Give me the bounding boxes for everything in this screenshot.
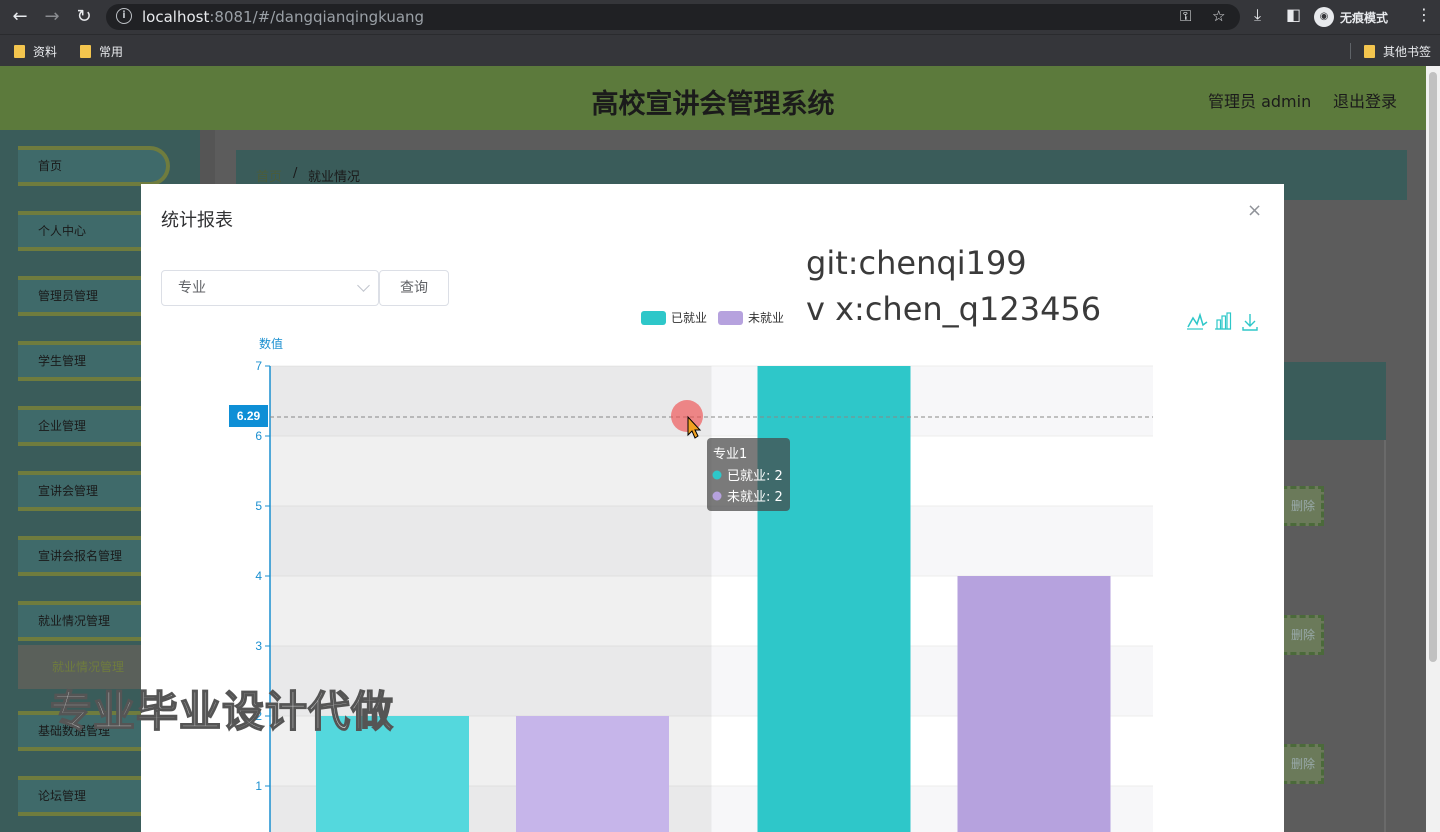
query-button[interactable]: 查询 [379,270,449,306]
bookmark-separator [1350,43,1351,59]
bar-unemployed[interactable] [516,716,669,832]
back-icon[interactable]: ← [8,5,32,29]
bookmark-label: 其他书签 [1383,45,1432,59]
axis-pointer-value: 6.29 [237,409,261,423]
menu-icon[interactable]: ⋮ [1416,5,1432,24]
incognito-icon: ◉ [1314,7,1334,27]
select-value: 专业 [178,280,206,296]
y-tick-label: 3 [255,639,262,653]
watermark-banner: 专业毕业设计代做 [49,686,395,737]
bookmark-label: 常用 [99,45,124,59]
star-icon[interactable]: ☆ [1212,7,1225,25]
y-axis-title: 数值 [259,336,283,351]
legend-swatch[interactable] [641,311,666,325]
bookmark-label: 资料 [33,45,58,59]
download-tray-icon[interactable]: ⤓ [1254,5,1261,25]
legend-label[interactable]: 未就业 [748,311,784,325]
chevron-down-icon [357,279,370,292]
other-bookmarks[interactable]: 其他书签 [1364,43,1431,60]
legend-label[interactable]: 已就业 [671,311,707,325]
app-header: 高校宣讲会管理系统 管理员 admin 退出登录 [0,66,1426,130]
site-info-icon[interactable]: i [116,8,132,24]
y-tick-label: 1 [255,779,262,793]
side-panel-icon[interactable]: ◧ [1286,5,1301,24]
tooltip-row: 已就业: 2 [727,469,783,484]
breadcrumb-separator: / [293,166,298,181]
bookmark-folder[interactable]: 常用 [80,43,123,60]
tooltip-row: 未就业: 2 [727,490,783,505]
bookmark-folder[interactable]: 资料 [14,43,57,60]
y-tick-label: 6 [255,429,262,443]
browser-toolbar: ← → ↻ i localhost:8081/#/dangqianqingkua… [0,0,1440,34]
bar-chart-icon[interactable] [1216,319,1222,330]
logout-link[interactable]: 退出登录 [1333,88,1397,112]
folder-icon [80,45,91,58]
cursor-highlight [671,400,703,432]
line-chart-icon[interactable] [1187,312,1208,328]
close-icon[interactable]: × [1247,200,1262,221]
incognito-badge[interactable]: ◉ 无痕模式 [1310,4,1398,30]
bar-employed[interactable] [757,366,911,832]
key-icon[interactable]: ⚿ [1180,7,1191,25]
dialog-title: 统计报表 [161,210,233,231]
reload-icon[interactable]: ↻ [72,5,96,29]
y-tick-label: 4 [255,569,262,583]
table-header [1284,362,1386,440]
folder-icon [1364,45,1375,58]
watermark-git: git:chenqi199 [806,244,1027,282]
tooltip-title: 专业1 [713,447,747,462]
y-tick-label: 7 [255,359,262,373]
y-tick-label: 5 [255,499,262,513]
current-user: 管理员 admin [1208,92,1312,111]
sidebar-item-home[interactable]: 首页 [18,146,170,186]
bookmarks-bar: 资料 常用 其他书签 [0,34,1440,66]
forward-icon[interactable]: → [40,5,64,29]
url-text[interactable]: localhost:8081/#/dangqianqingkuang [142,8,424,26]
tooltip-marker [712,491,722,501]
download-icon[interactable] [1242,314,1258,331]
breadcrumb-home[interactable]: 首页 [256,166,282,185]
tooltip-marker [712,470,722,480]
bar-unemployed[interactable] [957,576,1111,832]
watermark-vx: v x:chen_q123456 [806,290,1102,328]
bar-chart-icon[interactable] [1226,312,1232,330]
legend-swatch[interactable] [718,311,743,325]
bar-chart-icon[interactable] [1221,315,1227,330]
scrollbar-thumb[interactable] [1429,72,1437,662]
major-select[interactable]: 专业 [161,270,379,306]
folder-icon [14,45,25,58]
page-scrollbar[interactable] [1426,66,1440,832]
breadcrumb-current: 就业情况 [308,170,361,185]
table-border [1384,440,1386,832]
incognito-label: 无痕模式 [1340,10,1389,25]
address-bar[interactable]: i localhost:8081/#/dangqianqingkuang ⚿ ☆ [106,4,1240,30]
